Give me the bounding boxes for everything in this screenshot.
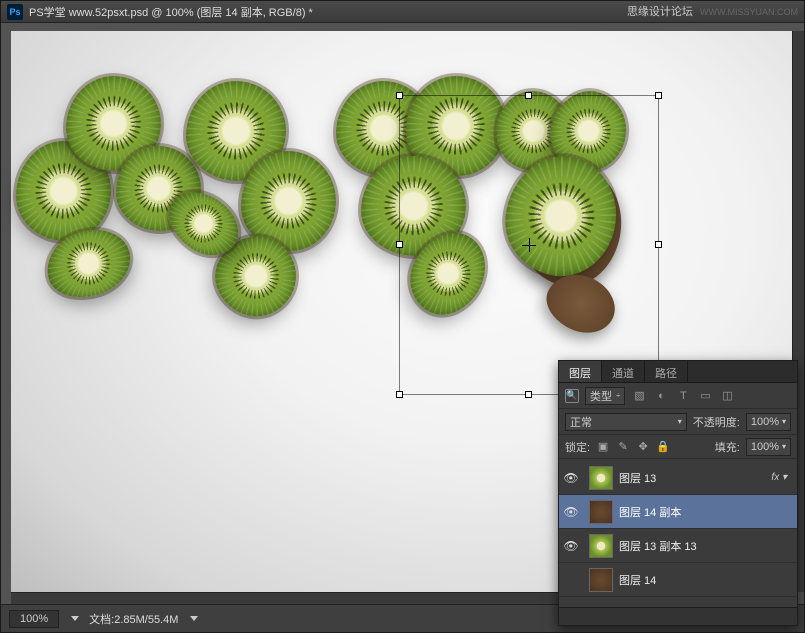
layer-row[interactable]: 👁 图层 13 fx ▾ (559, 461, 797, 495)
filter-smart-icon[interactable]: ◫ (719, 389, 735, 403)
fill-input[interactable]: 100% ▾ (746, 438, 791, 456)
transform-handle-ml[interactable] (396, 241, 403, 248)
layer-list[interactable]: 👁 图层 13 fx ▾ 👁 图层 14 副本 👁 图层 13 副本 13 图层… (559, 461, 797, 607)
tab-channels[interactable]: 通道 (602, 361, 645, 382)
lock-all-icon[interactable]: 🔒 (656, 440, 670, 454)
opacity-value: 100% (751, 416, 779, 428)
filter-text-icon[interactable]: T (675, 389, 691, 403)
layer-name[interactable]: 图层 13 (619, 470, 771, 486)
eye-icon[interactable]: 👁 (559, 505, 583, 519)
opacity-label: 不透明度: (693, 414, 740, 430)
opacity-input[interactable]: 100% ▾ (746, 413, 791, 431)
panel-footer (559, 607, 797, 625)
lock-paint-icon[interactable]: ✎ (616, 440, 630, 454)
layer-name[interactable]: 图层 13 副本 13 (619, 538, 791, 554)
layer-thumbnail[interactable] (589, 568, 613, 592)
transform-handle-bm[interactable] (525, 391, 532, 398)
filter-type-label: 类型 (590, 388, 612, 404)
lock-label: 锁定: (565, 439, 590, 455)
transform-handle-tm[interactable] (525, 92, 532, 99)
layer-thumbnail[interactable] (589, 534, 613, 558)
layer-row[interactable]: 👁 图层 14 副本 (559, 495, 797, 529)
tab-paths[interactable]: 路径 (645, 361, 688, 382)
fill-value: 100% (751, 441, 779, 453)
layer-row[interactable]: 👁 图层 13 副本 13 (559, 529, 797, 563)
chevron-down-icon[interactable] (190, 616, 198, 621)
filter-shape-icon[interactable]: ▭ (697, 389, 713, 403)
transform-center-icon[interactable] (522, 238, 536, 252)
window-title: PS学堂 www.52psxt.psd @ 100% (图层 14 副本, RG… (29, 4, 313, 20)
titlebar[interactable]: Ps PS学堂 www.52psxt.psd @ 100% (图层 14 副本,… (1, 1, 804, 23)
filter-pixel-icon[interactable]: ▧ (631, 389, 647, 403)
document-size: 文档:2.85M/55.4M (89, 611, 178, 627)
lock-position-icon[interactable]: ✥ (636, 440, 650, 454)
layer-row[interactable]: 图层 14 (559, 563, 797, 597)
zoom-input[interactable]: 100% (9, 610, 59, 628)
filter-type-dropdown[interactable]: 类型 ÷ (585, 387, 625, 405)
blend-row: 正常 ▾ 不透明度: 100% ▾ (559, 409, 797, 435)
panel-tabs: 图层 通道 路径 (559, 361, 797, 383)
tab-layers[interactable]: 图层 (559, 361, 602, 382)
lock-pixels-icon[interactable]: ▣ (596, 440, 610, 454)
watermark-sub: WWW.MISSYUAN.COM (700, 7, 798, 17)
transform-bounding-box[interactable] (399, 95, 659, 395)
watermark: 思缘设计论坛 WWW.MISSYUAN.COM (627, 3, 798, 19)
layers-panel[interactable]: 图层 通道 路径 🔍 类型 ÷ ▧ ◐ T ▭ ◫ 正常 ▾ 不透明度: 100… (558, 360, 798, 626)
fill-label: 填充: (715, 439, 740, 455)
blend-mode-value: 正常 (570, 414, 592, 430)
transform-handle-tl[interactable] (396, 92, 403, 99)
transform-handle-mr[interactable] (655, 241, 662, 248)
blend-mode-dropdown[interactable]: 正常 ▾ (565, 413, 687, 431)
lock-row: 锁定: ▣ ✎ ✥ 🔒 填充: 100% ▾ (559, 435, 797, 459)
fx-badge[interactable]: fx ▾ (771, 472, 787, 483)
watermark-main: 思缘设计论坛 (627, 6, 693, 18)
eye-icon[interactable]: 👁 (559, 539, 583, 553)
search-icon[interactable]: 🔍 (565, 389, 579, 403)
filter-adjust-icon[interactable]: ◐ (653, 389, 669, 403)
transform-handle-bl[interactable] (396, 391, 403, 398)
transform-handle-tr[interactable] (655, 92, 662, 99)
chevron-down-icon[interactable] (71, 616, 79, 621)
eye-icon[interactable]: 👁 (559, 471, 583, 485)
layer-name[interactable]: 图层 14 (619, 572, 791, 588)
app-icon: Ps (7, 4, 23, 20)
layer-filter-row: 🔍 类型 ÷ ▧ ◐ T ▭ ◫ (559, 383, 797, 409)
layer-name[interactable]: 图层 14 副本 (619, 504, 791, 520)
layer-thumbnail[interactable] (589, 466, 613, 490)
layer-thumbnail[interactable] (589, 500, 613, 524)
